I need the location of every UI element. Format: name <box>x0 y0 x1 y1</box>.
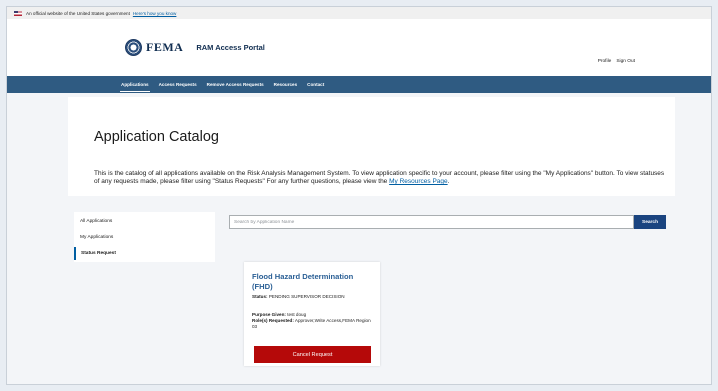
profile-link[interactable]: Profile <box>598 59 612 64</box>
site-header: FEMA RAM Access Portal Profile Sign Out <box>7 19 711 76</box>
search-bar: Search <box>229 215 666 229</box>
filter-my-applications[interactable]: My Applications <box>74 231 215 244</box>
status-value: PENDING SUPERVISOR DECISION <box>268 294 345 299</box>
application-title[interactable]: Flood Hazard Determination (FHD) <box>252 272 374 291</box>
my-resources-link[interactable]: My Resources Page <box>389 178 448 185</box>
roles-row: Role(s) Requested: Approver,Write Access… <box>252 318 374 330</box>
gov-banner-text: An official website of the United States… <box>26 10 130 16</box>
purpose-value: test doug <box>287 312 307 317</box>
roles-label: Role(s) Requested: <box>252 318 294 324</box>
sign-out-link[interactable]: Sign Out <box>616 59 635 64</box>
filter-status-request[interactable]: Status Request <box>74 247 215 260</box>
nav-contact[interactable]: Contact <box>302 76 329 93</box>
catalog-description: This is the catalog of all applications … <box>94 170 669 187</box>
nav-applications[interactable]: Applications <box>116 76 154 93</box>
main-nav: Applications Access Requests Remove Acce… <box>7 76 711 93</box>
nav-resources[interactable]: Resources <box>269 76 303 93</box>
us-flag-icon <box>14 10 22 16</box>
request-details: Purpose Given: test doug Role(s) Request… <box>252 312 374 331</box>
status-label: Status: <box>252 294 268 299</box>
description-suffix: . <box>447 178 450 186</box>
cancel-request-button[interactable]: Cancel Request <box>254 346 371 363</box>
search-input[interactable] <box>229 215 634 229</box>
filter-all-applications[interactable]: All Applications <box>74 215 215 228</box>
portal-title: RAM Access Portal <box>196 43 265 52</box>
catalog-intro: Application Catalog This is the catalog … <box>68 97 675 196</box>
application-card: Flood Hazard Determination (FHD) Status:… <box>244 262 380 366</box>
user-links: Profile Sign Out <box>598 59 635 64</box>
page-title: Application Catalog <box>94 129 219 145</box>
nav-access-requests[interactable]: Access Requests <box>154 76 202 93</box>
filter-sidebar: All Applications My Applications Status … <box>74 212 215 262</box>
search-button[interactable]: Search <box>634 215 666 229</box>
purpose-label: Purpose Given: <box>252 312 286 317</box>
application-status: Status: PENDING SUPERVISOR DECISION <box>252 294 345 299</box>
description-text: This is the catalog of all applications … <box>94 170 665 186</box>
logo[interactable]: FEMA RAM Access Portal <box>125 39 265 56</box>
nav-remove-access-requests[interactable]: Remove Access Requests <box>202 76 269 93</box>
browser-viewport: An official website of the United States… <box>6 6 712 385</box>
gov-banner-link[interactable]: Here's how you know <box>133 11 177 16</box>
dhs-seal-icon <box>125 39 142 56</box>
gov-banner: An official website of the United States… <box>7 7 711 19</box>
agency-name: FEMA <box>146 40 184 54</box>
